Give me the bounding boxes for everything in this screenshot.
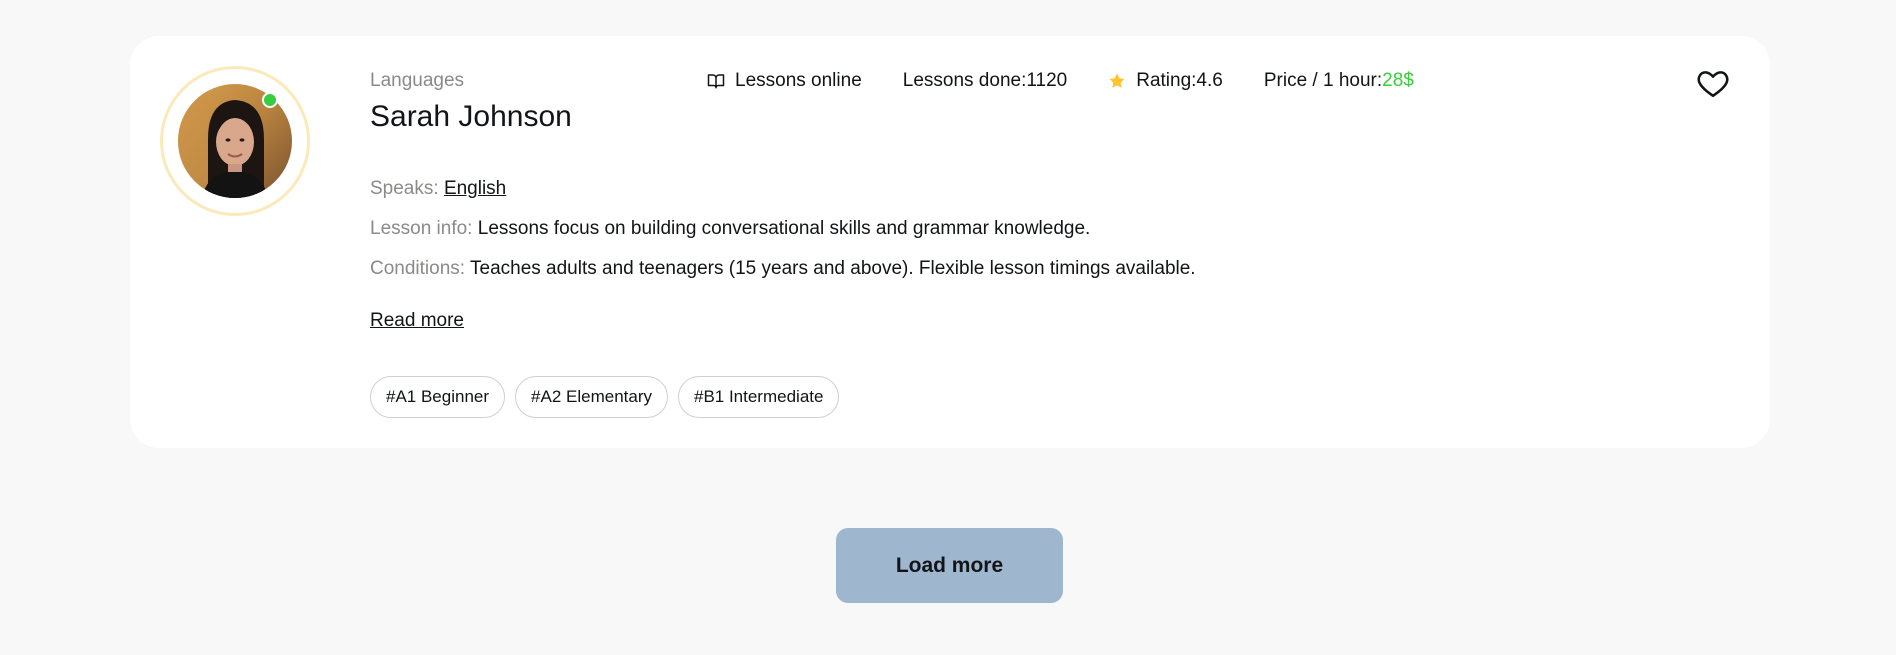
heart-icon[interactable] — [1696, 66, 1730, 100]
stat-price: Price / 1 hour: 28$ — [1264, 70, 1414, 93]
load-more-button[interactable]: Load more — [836, 528, 1063, 603]
lesson-info-value: Lessons focus on building conversational… — [477, 217, 1091, 239]
teacher-details: Speaks: English Lesson info: Lessons foc… — [370, 178, 1196, 297]
conditions-label: Conditions: — [370, 257, 466, 279]
book-open-icon — [707, 74, 725, 89]
stat-divider — [1243, 73, 1244, 89]
lessons-done-value: 1120 — [1026, 70, 1068, 91]
level-tag[interactable]: #A2 Elementary — [515, 376, 668, 418]
teacher-stats: Lessons online Lessons done: 1120 Rating… — [707, 70, 1414, 93]
speaks-row: Speaks: English — [370, 178, 1196, 201]
stat-rating: Rating: 4.6 — [1108, 70, 1223, 93]
level-tags: #A1 Beginner #A2 Elementary #B1 Intermed… — [370, 376, 840, 418]
level-tag[interactable]: #A1 Beginner — [370, 376, 506, 418]
stat-divider — [1087, 73, 1088, 89]
stat-lessons-online: Lessons online — [707, 70, 862, 93]
lessons-online-label: Lessons online — [735, 70, 862, 91]
rating-value: 4.6 — [1196, 70, 1223, 91]
lesson-info-row: Lesson info: Lessons focus on building c… — [370, 218, 1196, 241]
avatar-ring — [160, 66, 310, 216]
conditions-row: Conditions: Teaches adults and teenagers… — [370, 258, 1196, 281]
rating-label: Rating: — [1136, 70, 1197, 91]
lessons-done-label: Lessons done: — [902, 70, 1027, 91]
read-more-link[interactable]: Read more — [370, 310, 464, 333]
price-value: 28$ — [1382, 70, 1414, 91]
lesson-info-label: Lesson info: — [370, 217, 473, 239]
stat-divider — [882, 73, 883, 89]
teacher-card: Languages Sarah Johnson Lessons online L… — [130, 36, 1770, 448]
conditions-value: Teaches adults and teenagers (15 years a… — [470, 257, 1196, 279]
star-icon — [1109, 73, 1125, 89]
speaks-language-link[interactable]: English — [444, 178, 506, 199]
online-status-dot — [262, 92, 278, 108]
level-tag[interactable]: #B1 Intermediate — [677, 376, 840, 418]
price-label: Price / 1 hour: — [1263, 70, 1383, 91]
teacher-name: Sarah Johnson — [370, 99, 572, 133]
speaks-label: Speaks: — [370, 178, 439, 199]
stat-lessons-done: Lessons done: 1120 — [903, 70, 1067, 93]
